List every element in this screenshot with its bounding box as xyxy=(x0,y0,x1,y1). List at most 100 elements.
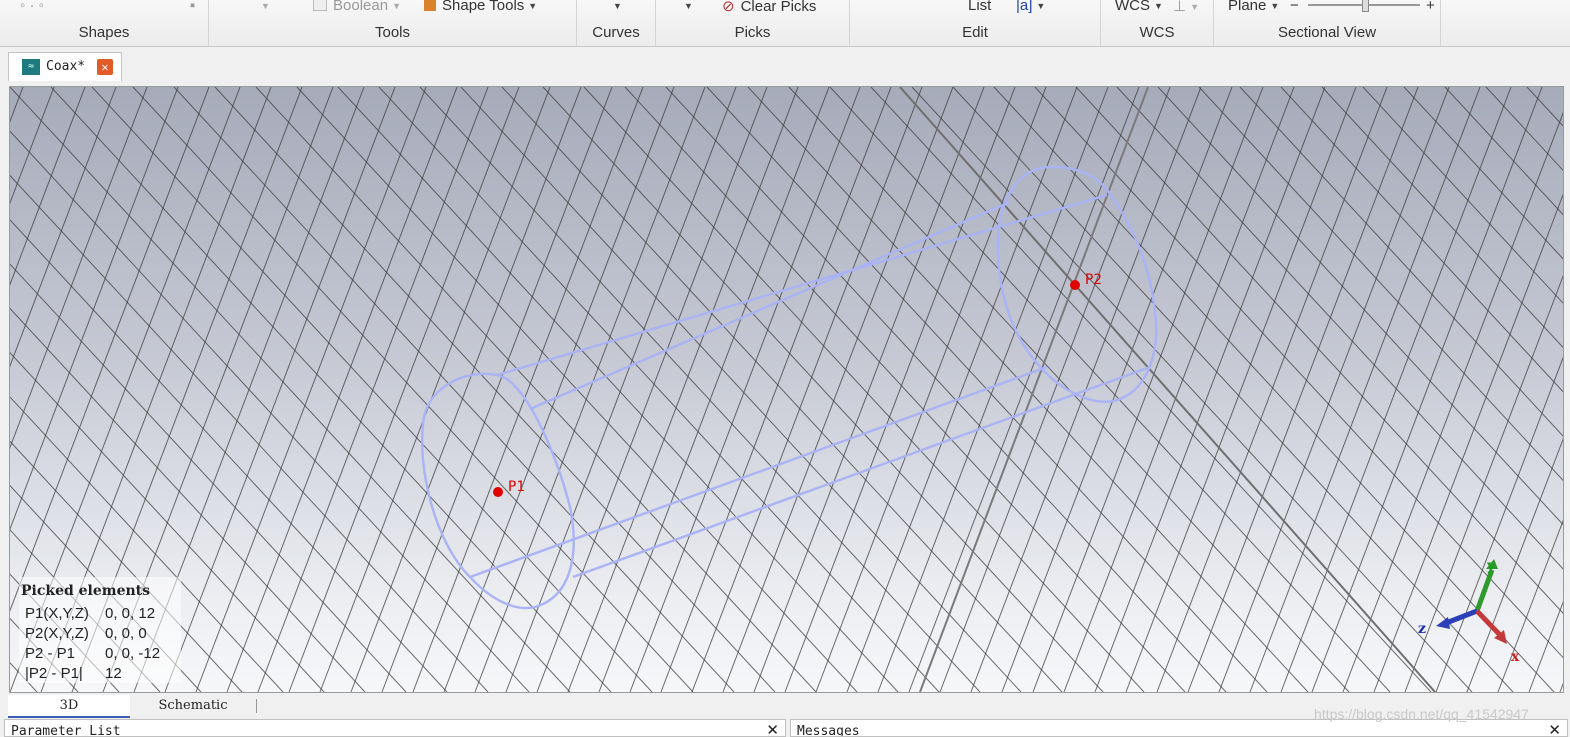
picked-row: P2 - P1 0, 0, -12 xyxy=(25,645,160,662)
list-button[interactable]: List xyxy=(968,0,991,14)
chevron-down-icon: ▼ xyxy=(613,1,622,12)
parameter-list-title: Parameter List xyxy=(11,724,121,737)
grid-line xyxy=(691,87,923,692)
grid-line xyxy=(226,87,458,692)
shape-tools-icon xyxy=(424,0,436,11)
text-format-icon: |a] xyxy=(1016,0,1033,14)
grid-line xyxy=(1094,87,1326,692)
grid-line xyxy=(1435,356,1563,692)
ribbon-group-shapes: ◦ · ◦ ▪ Shapes xyxy=(0,0,209,46)
z-axis-arrowhead xyxy=(1436,617,1450,629)
pick-point-p1[interactable] xyxy=(493,487,503,497)
text-format-button[interactable]: |a] ▼ xyxy=(1016,0,1045,14)
y-axis-label: y xyxy=(1486,558,1496,574)
pick-label-p1: P1 xyxy=(508,479,525,495)
group-label-shapes: Shapes xyxy=(78,24,130,41)
tab-separator xyxy=(256,699,257,713)
parameter-list-panel: Parameter List ✕ xyxy=(4,719,786,737)
wcs-align-button[interactable]: ⊥ ▼ xyxy=(1173,0,1199,15)
ribbon-group-curves: ▼ Curves xyxy=(577,0,656,46)
grid-line xyxy=(583,87,1145,692)
group-label-picks: Picks xyxy=(734,24,771,41)
cylinder-edge xyxy=(496,193,1108,377)
grid-line xyxy=(598,87,830,692)
picked-key: P2 - P1 xyxy=(25,645,76,662)
grid-line xyxy=(1116,87,1563,570)
grid-line xyxy=(629,87,861,692)
grid-line xyxy=(1403,87,1563,260)
boolean-button[interactable]: Boolean ▼ xyxy=(313,0,401,14)
group-label-edit: Edit xyxy=(962,24,988,41)
x-axis-label: x xyxy=(1511,649,1520,665)
picked-key: P1(X,Y,Z) xyxy=(25,605,89,622)
grid-line xyxy=(164,87,396,692)
watermark-text: https://blog.csdn.net/qq_41542947 xyxy=(1314,706,1529,722)
picked-row: P1(X,Y,Z) 0, 0, 12 xyxy=(25,605,155,622)
grid-axis-line xyxy=(919,87,1149,692)
ribbon-group-sectional-view: Plane ▼ − + Sectional View xyxy=(1214,0,1441,46)
slider-plus-button[interactable]: + xyxy=(1426,0,1435,14)
grid-line xyxy=(846,87,1078,692)
chevron-down-icon: ▼ xyxy=(1270,1,1280,12)
picked-row: |P2 - P1| 12 xyxy=(25,665,122,682)
viewport-canvas[interactable]: P1 P2 y z x xyxy=(10,87,1563,692)
grid-line xyxy=(1444,87,1563,216)
picked-key: |P2 - P1| xyxy=(25,665,83,682)
grid-line xyxy=(501,87,1063,692)
grid-line xyxy=(1075,87,1563,614)
tab-3d[interactable]: 3D xyxy=(8,695,130,718)
chevron-down-icon: ▼ xyxy=(1154,1,1163,12)
ribbon-group-picks: ▼ ⊘ Clear Picks Picks xyxy=(656,0,850,46)
shape-tool-icons[interactable]: ◦ · ◦ ▪ xyxy=(20,0,195,14)
chevron-down-icon: ▼ xyxy=(1190,2,1199,13)
picked-value: 0, 0, 12 xyxy=(105,605,156,622)
chevron-down-icon: ▼ xyxy=(392,1,401,12)
group-label-tools: Tools xyxy=(374,24,411,41)
z-axis-label: z xyxy=(1418,621,1426,637)
grid-line xyxy=(1280,87,1563,393)
grid-line xyxy=(1321,87,1563,349)
grid-line xyxy=(1218,87,1450,692)
grid-line xyxy=(1157,87,1563,526)
z-axis-arrow xyxy=(1445,608,1478,626)
tab-schematic[interactable]: Schematic xyxy=(132,695,254,716)
grid-line xyxy=(660,87,892,692)
pick-point-p2[interactable] xyxy=(1070,280,1080,290)
grid-line xyxy=(460,87,1022,692)
grid-line xyxy=(815,87,1047,692)
grid-line xyxy=(419,87,981,692)
grid-line xyxy=(722,87,954,692)
grid-line xyxy=(877,87,1109,692)
grid-line xyxy=(624,87,1186,692)
grid-line xyxy=(474,87,706,692)
group-label-curves: Curves xyxy=(592,24,640,41)
grid-line xyxy=(665,87,1227,692)
grid-line xyxy=(378,87,940,692)
tools-dropdown[interactable]: ▼ xyxy=(257,0,270,14)
clear-picks-icon: ⊘ xyxy=(722,0,735,15)
plane-dropdown[interactable]: Plane ▼ xyxy=(1228,0,1279,14)
boolean-icon xyxy=(313,0,327,11)
picked-value: 12 xyxy=(105,665,122,682)
curves-dropdown[interactable]: ▼ xyxy=(609,0,622,14)
clear-picks-button[interactable]: ⊘ Clear Picks xyxy=(722,0,816,15)
shape-tools-button[interactable]: Shape Tools ▼ xyxy=(424,0,537,14)
wcs-dropdown[interactable]: WCS ▼ xyxy=(1115,0,1163,14)
grid-line xyxy=(195,87,427,692)
section-slider-thumb[interactable] xyxy=(1362,0,1369,12)
picked-key: P2(X,Y,Z) xyxy=(25,625,89,642)
document-tab-coax[interactable]: ≈ Coax* ✕ xyxy=(8,52,122,81)
slider-minus-button[interactable]: − xyxy=(1290,0,1299,14)
y-axis-arrow xyxy=(1474,569,1495,612)
grid-line xyxy=(443,87,675,692)
cylinder-edge xyxy=(529,200,1011,411)
3d-viewport[interactable]: P1 P2 y z x Picked elements P1(X,Y,Z) 0, … xyxy=(9,86,1564,693)
picked-row: P2(X,Y,Z) 0, 0, 0 xyxy=(25,625,147,642)
chevron-down-icon: ▼ xyxy=(1036,1,1046,12)
picks-dropdown[interactable]: ▼ xyxy=(680,0,693,14)
grid-axis-line xyxy=(899,87,1436,692)
group-label-sectional-view: Sectional View xyxy=(1277,24,1377,41)
close-icon[interactable]: ✕ xyxy=(97,59,113,75)
grid-line xyxy=(319,87,551,692)
ribbon-toolbar: ◦ · ◦ ▪ Shapes ▼ Boolean ▼ Shape Tools ▼ T… xyxy=(0,0,1570,47)
